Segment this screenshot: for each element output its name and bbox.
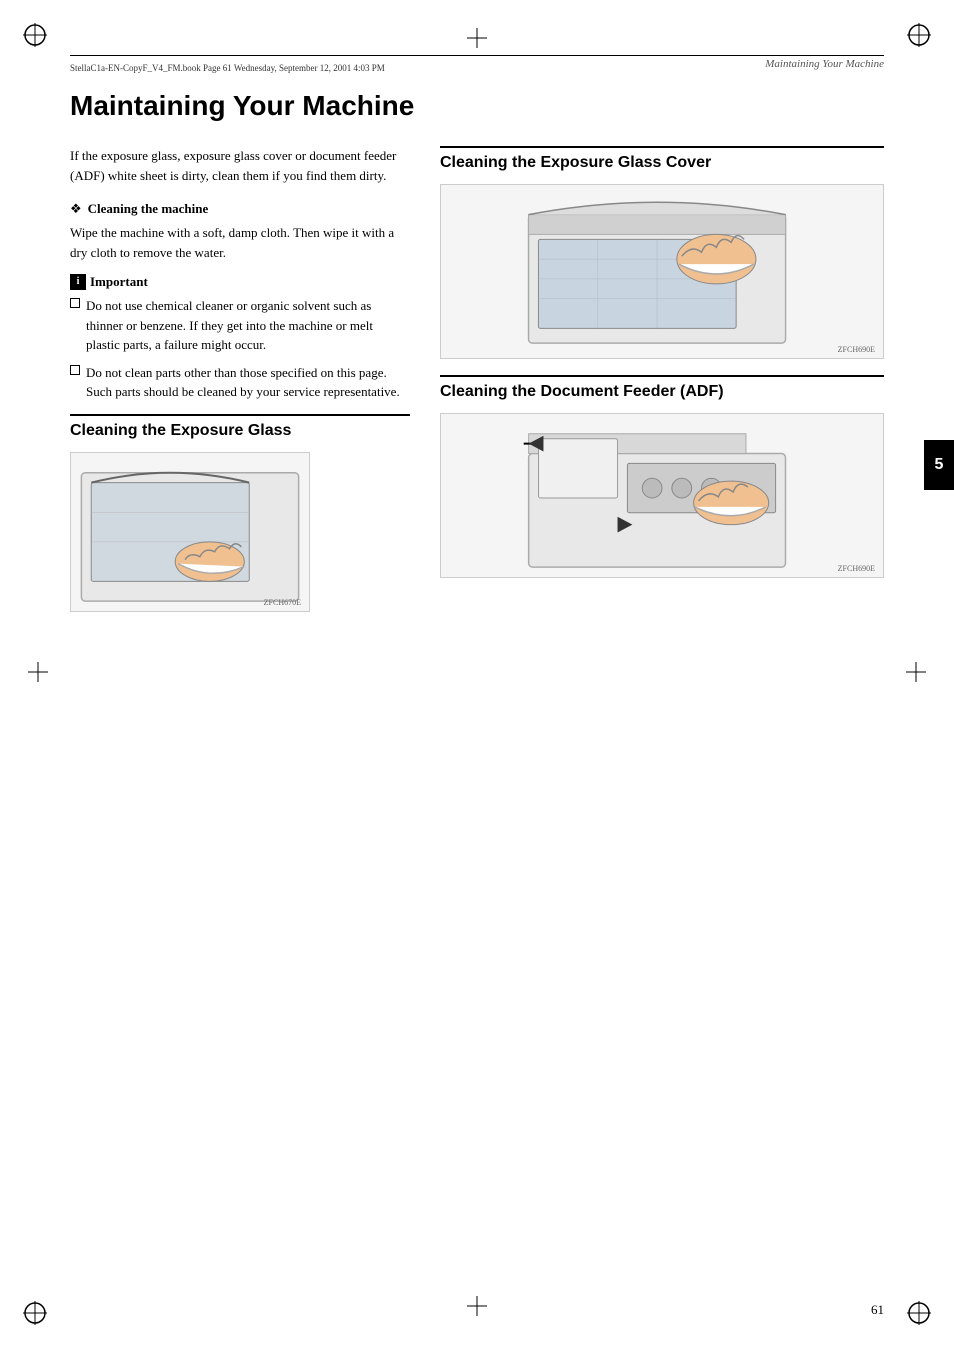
- diamond-icon: ❖: [70, 201, 82, 217]
- important-label: i Important: [70, 274, 410, 290]
- bullet-checkbox-2: [70, 365, 80, 375]
- cleaning-machine-text: Wipe the machine with a soft, damp cloth…: [70, 223, 410, 262]
- top-center-mark: [467, 28, 487, 52]
- exposure-glass-cover-illustration: ZFCH690E: [440, 184, 884, 359]
- exposure-glass-caption: ZFCH670E: [260, 596, 305, 609]
- document-feeder-title: Cleaning the Document Feeder (ADF): [440, 375, 884, 401]
- important-icon: i: [70, 274, 86, 290]
- exposure-glass-cover-title: Cleaning the Exposure Glass Cover: [440, 146, 884, 172]
- header-bar: StellaC1a-EN-CopyF_V4_FM.book Page 61 We…: [70, 55, 884, 75]
- chapter-tab: 5: [924, 440, 954, 490]
- document-feeder-illustration: ZFCH690E: [440, 413, 884, 578]
- bullet-item-2: Do not clean parts other than those spec…: [70, 363, 410, 402]
- two-column-layout: If the exposure glass, exposure glass co…: [70, 146, 884, 624]
- exposure-glass-title: Cleaning the Exposure Glass: [70, 414, 410, 440]
- bullet-checkbox-1: [70, 298, 80, 308]
- important-block: i Important Do not use chemical cleaner …: [70, 274, 410, 402]
- corner-mark-bl: [20, 1298, 50, 1328]
- page-number: 61: [871, 1302, 884, 1318]
- bullet-text-1: Do not use chemical cleaner or organic s…: [86, 296, 410, 355]
- cleaning-machine-label: Cleaning the machine: [88, 201, 209, 217]
- intro-paragraph: If the exposure glass, exposure glass co…: [70, 146, 410, 185]
- bottom-center-mark: [467, 1296, 487, 1320]
- cleaning-machine-heading: ❖ Cleaning the machine: [70, 201, 410, 217]
- header-section: Maintaining Your Machine: [765, 58, 884, 70]
- left-center-mark: [28, 662, 48, 686]
- document-feeder-caption: ZFCH690E: [834, 562, 879, 575]
- exposure-glass-cover-caption: ZFCH690E: [834, 343, 879, 356]
- corner-mark-br: [904, 1298, 934, 1328]
- header-filename: StellaC1a-EN-CopyF_V4_FM.book Page 61 We…: [70, 63, 385, 73]
- important-text: Important: [90, 274, 148, 290]
- left-column: If the exposure glass, exposure glass co…: [70, 146, 410, 624]
- page-title: Maintaining Your Machine: [70, 90, 884, 126]
- right-column: Cleaning the Exposure Glass Cover: [440, 146, 884, 624]
- bullet-text-2: Do not clean parts other than those spec…: [86, 363, 410, 402]
- corner-mark-tl: [20, 20, 50, 50]
- exposure-glass-illustration: ZFCH670E: [70, 452, 310, 612]
- page: StellaC1a-EN-CopyF_V4_FM.book Page 61 We…: [0, 0, 954, 1348]
- main-content: Maintaining Your Machine If the exposure…: [70, 90, 884, 1258]
- bullet-item-1: Do not use chemical cleaner or organic s…: [70, 296, 410, 355]
- right-center-mark: [906, 662, 926, 686]
- corner-mark-tr: [904, 20, 934, 50]
- exposure-glass-cover-section: ZFCH690E: [440, 184, 884, 359]
